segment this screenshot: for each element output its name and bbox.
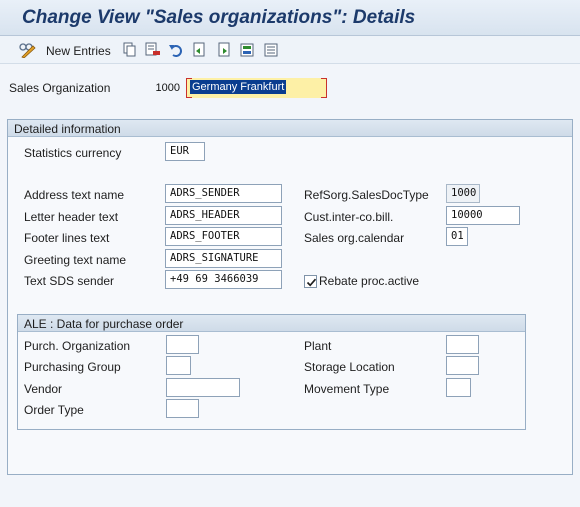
sales-org-calendar-field[interactable]: 01 <box>446 227 468 246</box>
order-type-label: Order Type <box>24 403 84 417</box>
address-text-field[interactable]: ADRS_SENDER <box>165 184 282 203</box>
deselect-icon[interactable] <box>263 41 279 59</box>
storage-location-field[interactable] <box>446 356 479 375</box>
statistics-currency-field[interactable]: EUR <box>165 142 205 161</box>
letter-header-label: Letter header text <box>24 210 119 224</box>
plant-label: Plant <box>304 339 332 353</box>
new-entries-button[interactable]: New Entries <box>46 44 111 58</box>
panel-header: Detailed information <box>8 120 572 137</box>
purch-group-field[interactable] <box>166 356 191 375</box>
movement-type-field[interactable] <box>446 378 471 397</box>
rebate-checkbox[interactable] <box>304 275 317 288</box>
sds-sender-label: Text SDS sender <box>24 274 115 288</box>
address-text-label: Address text name <box>24 188 125 202</box>
purch-org-label: Purch. Organization <box>24 339 131 353</box>
order-type-field[interactable] <box>166 399 199 418</box>
sales-org-name-text: Germany Frankfurt <box>190 80 287 94</box>
plant-field[interactable] <box>446 335 479 354</box>
checkmark-icon <box>306 278 317 287</box>
footer-lines-field[interactable]: ADRS_FOOTER <box>165 227 282 246</box>
select-all-icon[interactable] <box>239 41 255 59</box>
sales-org-label: Sales Organization <box>9 81 111 95</box>
footer-lines-label: Footer lines text <box>24 231 110 245</box>
cust-interco-label: Cust.inter-co.bill. <box>304 210 394 224</box>
refsorg-field[interactable]: 1000 <box>446 184 480 203</box>
delete-icon[interactable] <box>145 41 161 59</box>
storage-location-label: Storage Location <box>304 360 395 374</box>
title-bar: Change View "Sales organizations": Detai… <box>0 0 580 36</box>
ale-panel-title: ALE : Data for purchase order <box>24 317 184 331</box>
sales-org-name-field[interactable]: Germany Frankfurt <box>186 78 327 98</box>
cust-interco-field[interactable]: 10000 <box>446 206 520 225</box>
greeting-text-field[interactable]: ADRS_SIGNATURE <box>165 249 282 268</box>
letter-header-field[interactable]: ADRS_HEADER <box>165 206 282 225</box>
greeting-text-label: Greeting text name <box>24 253 127 267</box>
statistics-currency-label: Statistics currency <box>24 146 122 160</box>
undo-icon[interactable] <box>168 41 184 59</box>
next-entry-icon[interactable] <box>216 41 232 59</box>
purch-org-field[interactable] <box>166 335 199 354</box>
panel-title: Detailed information <box>14 122 121 136</box>
ale-panel-header: ALE : Data for purchase order <box>18 315 525 332</box>
window-title: Change View "Sales organizations": Detai… <box>22 7 416 28</box>
vendor-field[interactable] <box>166 378 240 397</box>
rebate-label: Rebate proc.active <box>319 274 420 288</box>
application-toolbar: New Entries <box>0 36 580 64</box>
refsorg-label: RefSorg.SalesDocType <box>304 188 429 202</box>
sds-sender-field[interactable]: +49 69 3466039 <box>165 270 282 289</box>
vendor-label: Vendor <box>24 382 63 396</box>
purch-group-label: Purchasing Group <box>24 360 121 374</box>
sales-org-code: 1000 <box>155 82 180 94</box>
movement-type-label: Movement Type <box>304 382 390 396</box>
previous-entry-icon[interactable] <box>191 41 207 59</box>
copy-icon[interactable] <box>123 41 137 59</box>
sales-org-calendar-label: Sales org.calendar <box>304 231 405 245</box>
change-display-icon[interactable] <box>18 41 38 59</box>
